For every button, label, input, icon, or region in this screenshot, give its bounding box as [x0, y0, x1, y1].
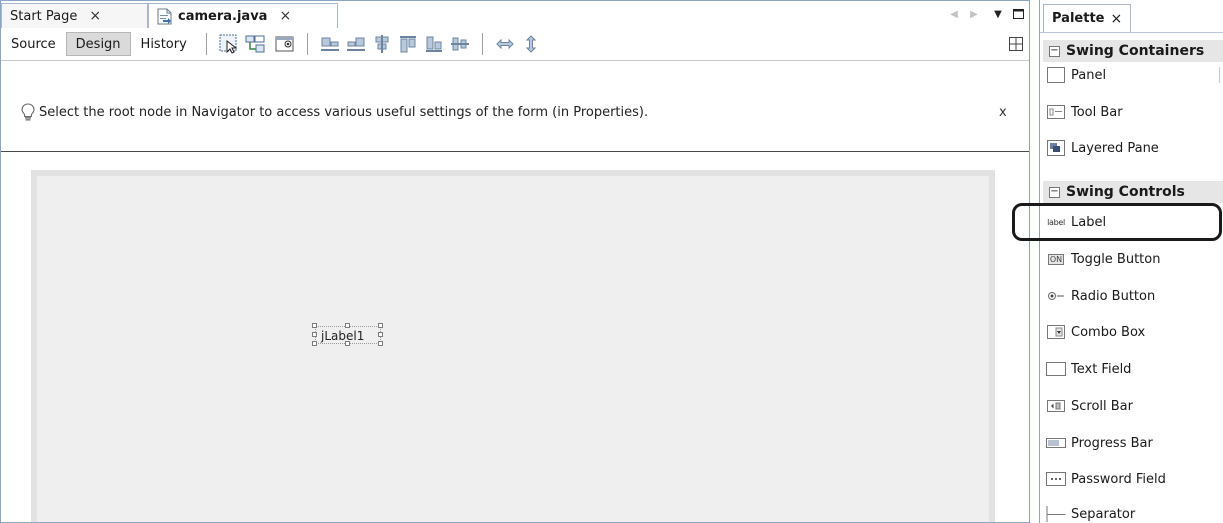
layered-pane-icon	[1046, 140, 1066, 156]
hint-close-button[interactable]: x	[999, 105, 1007, 120]
center-vertical-icon[interactable]	[449, 33, 471, 55]
collapse-icon[interactable]: −	[1049, 45, 1060, 57]
palette-item-label: Radio Button	[1071, 288, 1156, 304]
chevron-down-icon[interactable]: ▼	[991, 7, 1005, 21]
align-bottom-icon[interactable]	[423, 33, 445, 55]
password-field-icon	[1046, 471, 1066, 487]
tab-start-page[interactable]: Start Page ×	[1, 3, 148, 28]
resize-vertical-icon[interactable]	[520, 33, 542, 55]
palette-item-separator[interactable]: Separator	[1046, 502, 1223, 523]
editor-tab-bar: Start Page × camera.java × ◀ ▶ ▼	[1, 1, 1029, 29]
radio-button-icon	[1046, 288, 1066, 304]
align-top-icon[interactable]	[397, 33, 419, 55]
palette-item-label: Tool Bar	[1071, 104, 1123, 120]
palette-item-radio-button[interactable]: Radio Button	[1046, 284, 1223, 308]
palette-item-label: Password Field	[1071, 471, 1166, 487]
close-icon[interactable]: ×	[1110, 11, 1122, 27]
palette-item-label: Progress Bar	[1071, 435, 1153, 451]
source-view-button[interactable]: Source	[1, 32, 66, 56]
design-canvas[interactable]: jLabel1	[1, 152, 1029, 522]
tab-label: camera.java	[178, 8, 268, 24]
hint-panel: Select the root node in Navigator to acc…	[1, 79, 1029, 153]
toolbar-separator	[481, 33, 483, 55]
tab-label: Start Page	[10, 8, 78, 24]
java-file-icon	[157, 8, 172, 24]
history-view-button[interactable]: History	[131, 32, 197, 56]
resize-handle[interactable]	[378, 323, 383, 328]
design-view-button[interactable]: Design	[65, 32, 131, 56]
category-swing-containers[interactable]: − Swing Containers	[1043, 40, 1223, 62]
resize-handle[interactable]	[312, 323, 317, 328]
palette-item-label: Separator	[1071, 506, 1136, 522]
palette-tab-bar: Palette ×	[1040, 0, 1223, 33]
scroll-left-icon[interactable]: ◀	[947, 7, 961, 21]
resize-handle[interactable]	[378, 332, 383, 337]
center-horizontal-icon[interactable]	[371, 33, 393, 55]
palette-item-progress-bar[interactable]: Progress Bar	[1046, 431, 1223, 455]
tab-navigation: ◀ ▶ ▼	[947, 6, 1025, 22]
jframe-form[interactable]	[31, 170, 995, 522]
close-icon[interactable]: ×	[279, 8, 291, 24]
palette-item-label: Layered Pane	[1071, 140, 1159, 156]
selection-mode-icon[interactable]	[218, 33, 240, 55]
align-left-icon[interactable]	[319, 33, 341, 55]
palette-item-label: Combo Box	[1071, 324, 1146, 340]
palette-item-combo-box[interactable]: Combo Box	[1046, 320, 1223, 344]
palette-item-scroll-bar[interactable]: Scroll Bar	[1046, 394, 1223, 418]
resize-handle[interactable]	[345, 341, 350, 346]
hint-message: Select the root node in Navigator to acc…	[39, 105, 649, 120]
palette-item-label: Scroll Bar	[1071, 398, 1133, 414]
toggle-button-icon: ON	[1047, 253, 1065, 265]
resize-handle[interactable]	[378, 341, 383, 346]
scrollbar[interactable]	[1219, 67, 1223, 83]
tab-label: Palette	[1052, 11, 1105, 26]
form-editor: Start Page × camera.java × ◀ ▶ ▼ Source …	[0, 0, 1030, 523]
panel-icon	[1046, 67, 1066, 83]
text-field-icon	[1046, 361, 1066, 377]
separator-icon	[1046, 506, 1066, 522]
palette-item-panel[interactable]: Panel	[1046, 63, 1223, 87]
category-label: Swing Containers	[1066, 43, 1205, 59]
resize-handle[interactable]	[345, 323, 350, 328]
toolbar-icon	[1046, 104, 1066, 120]
connection-mode-icon[interactable]	[244, 33, 266, 55]
category-swing-controls[interactable]: − Swing Controls	[1043, 181, 1223, 203]
progress-bar-icon	[1046, 435, 1066, 451]
palette-item-tool-bar[interactable]: Tool Bar	[1046, 100, 1223, 124]
lightbulb-icon	[21, 103, 35, 121]
category-label: Swing Controls	[1066, 184, 1185, 200]
combo-box-icon	[1046, 324, 1066, 340]
palette-item-label: Toggle Button	[1071, 251, 1161, 267]
highlight-callout	[1012, 203, 1222, 241]
palette-item-layered-pane[interactable]: Layered Pane	[1046, 136, 1223, 160]
palette-item-label: Panel	[1071, 67, 1107, 83]
scroll-bar-icon	[1046, 398, 1066, 414]
scroll-right-icon[interactable]: ▶	[967, 7, 981, 21]
resize-horizontal-icon[interactable]	[494, 33, 516, 55]
palette-panel: Palette × − Swing Containers Panel Tool …	[1039, 0, 1223, 523]
preview-design-icon[interactable]	[274, 33, 296, 55]
close-icon[interactable]: ×	[89, 8, 101, 24]
resize-handle[interactable]	[312, 332, 317, 337]
editor-toolbar: Source Design History	[1, 28, 1029, 61]
palette-item-password-field[interactable]: Password Field	[1046, 467, 1223, 491]
resize-handle[interactable]	[312, 341, 317, 346]
tab-camera-java[interactable]: camera.java ×	[148, 3, 338, 28]
maximize-icon[interactable]	[1011, 7, 1025, 21]
toolbar-separator	[205, 33, 207, 55]
toolbar-separator	[306, 33, 308, 55]
tab-palette[interactable]: Palette ×	[1043, 4, 1132, 32]
align-right-icon[interactable]	[345, 33, 367, 55]
collapse-icon[interactable]: −	[1049, 186, 1060, 198]
palette-item-label: Text Field	[1071, 361, 1132, 377]
palette-item-text-field[interactable]: Text Field	[1046, 357, 1223, 381]
grid-toggle-icon[interactable]	[1005, 33, 1027, 55]
palette-item-toggle-button[interactable]: ON Toggle Button	[1046, 247, 1223, 271]
